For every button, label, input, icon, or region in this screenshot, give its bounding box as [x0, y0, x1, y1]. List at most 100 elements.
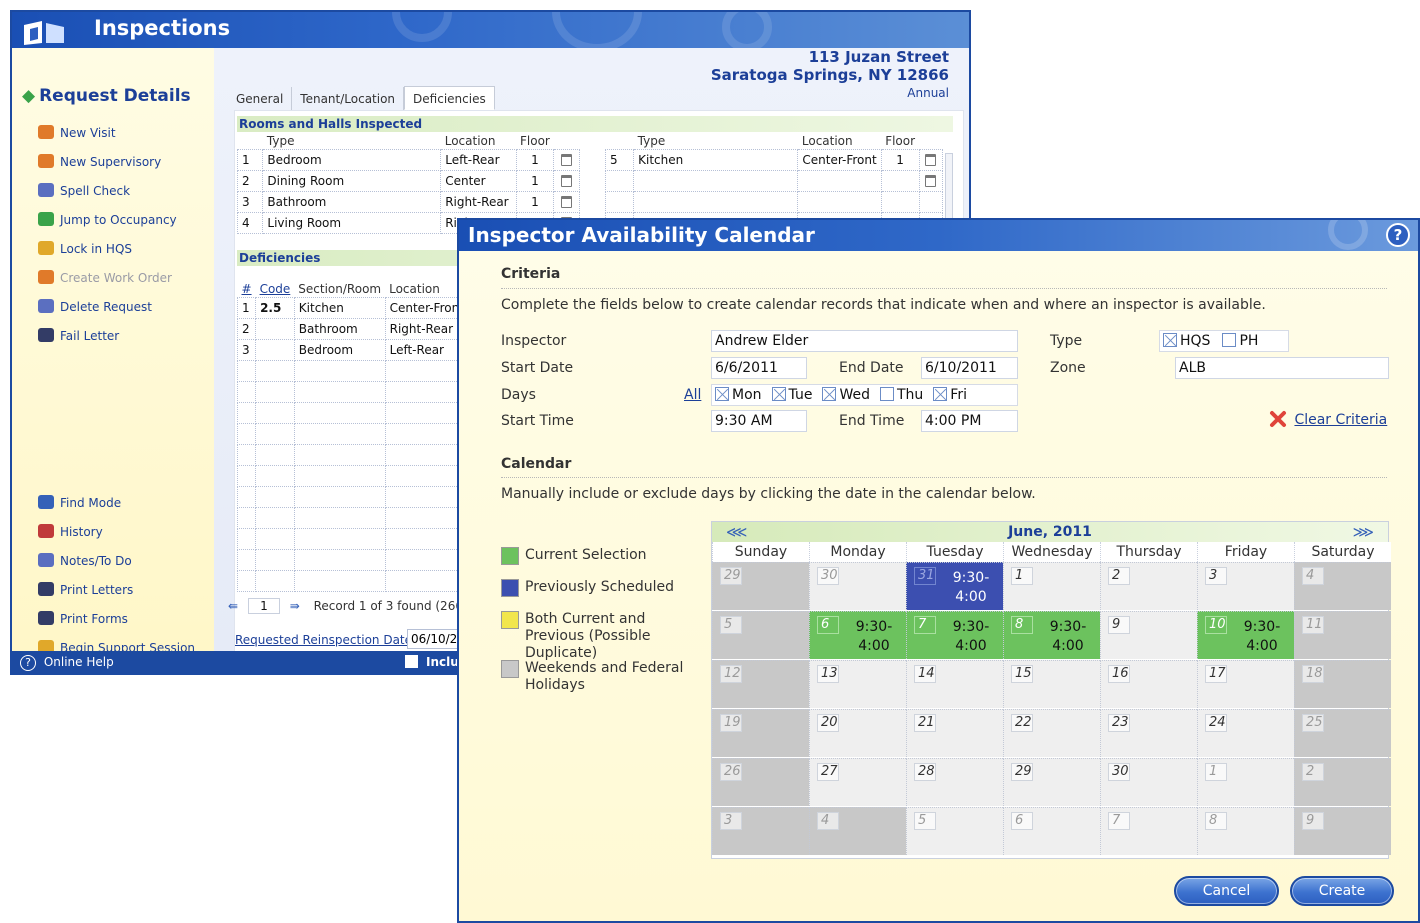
next-record-icon[interactable]: ⇛ [290, 599, 300, 613]
empty-cell[interactable] [384, 401, 469, 424]
empty-cell[interactable] [236, 548, 257, 571]
calendar-day-cell[interactable]: 24 [1197, 709, 1294, 757]
online-help-icon[interactable]: ? [20, 655, 36, 671]
col-code[interactable]: Code [256, 281, 295, 297]
deficiency-n-cell[interactable]: 1 [236, 296, 257, 319]
days-all-link[interactable]: All [684, 387, 701, 403]
day-number[interactable]: 15 [1011, 665, 1033, 683]
day-number[interactable]: 5 [914, 812, 936, 830]
sidebar-item-lock-in-hqs[interactable]: Lock in HQS [38, 240, 132, 258]
deficiency-room-cell[interactable]: Kitchen [293, 296, 386, 319]
deficiency-code-cell[interactable] [255, 317, 295, 340]
calendar-day-cell[interactable]: 7 [1100, 807, 1197, 855]
create-button[interactable]: Create [1290, 876, 1394, 906]
calendar-day-cell[interactable]: 1 [1197, 758, 1294, 806]
room-row[interactable]: 5 Kitchen Center-Front 1 [604, 148, 944, 171]
empty-cell[interactable] [255, 443, 295, 466]
calendar-day-cell[interactable]: 9 [1294, 807, 1391, 855]
sidebar-item-history[interactable]: History [38, 523, 103, 541]
day-number[interactable]: 23 [1108, 714, 1130, 732]
delete-room-cell[interactable] [553, 148, 580, 171]
deficiency-row-empty[interactable] [236, 548, 488, 571]
calendar-day-cell[interactable]: 6 9:30- 4:00 [809, 611, 906, 659]
start-date-field[interactable]: 6/6/2011 [711, 357, 807, 379]
tab-tenant-location[interactable]: Tenant/Location [292, 87, 405, 111]
empty-cell[interactable] [293, 422, 386, 445]
day-number[interactable]: 12 [720, 665, 742, 683]
day-mon-checkbox[interactable]: Mon [715, 387, 762, 403]
type-ph-checkbox[interactable]: PH [1222, 333, 1258, 349]
empty-cell[interactable] [293, 359, 386, 382]
room-row-empty[interactable] [604, 190, 944, 213]
calendar-day-cell[interactable]: 3 [712, 807, 809, 855]
calendar-day-cell[interactable]: 2 [1100, 562, 1197, 610]
calendar-day-cell[interactable]: 8 9:30- 4:00 [1003, 611, 1100, 659]
calendar-day-cell[interactable]: 1 [1003, 562, 1100, 610]
cancel-button[interactable]: Cancel [1174, 876, 1279, 906]
room-floor-cell[interactable]: 1 [515, 148, 555, 171]
room-type-cell[interactable]: Dining Room [262, 169, 442, 192]
day-number[interactable]: 2 [1108, 567, 1130, 585]
day-number[interactable]: 8 [1205, 812, 1227, 830]
sidebar-item-new-supervisory[interactable]: New Supervisory [38, 153, 161, 171]
checkbox-icon[interactable] [933, 387, 948, 401]
sidebar-item-fail-letter[interactable]: Fail Letter [38, 327, 119, 345]
sidebar-item-create-work-order[interactable]: Create Work Order [38, 269, 172, 287]
empty-cell[interactable] [236, 359, 257, 382]
room-loc-cell[interactable]: Left-Rear [440, 148, 517, 171]
deficiency-code-cell[interactable]: 2.5 [255, 296, 295, 319]
col-number[interactable]: # [238, 281, 256, 297]
calendar-day-cell[interactable]: 9 [1100, 611, 1197, 659]
calendar-day-cell[interactable]: 19 [712, 709, 809, 757]
day-number[interactable]: 7 [1108, 812, 1130, 830]
empty-cell[interactable] [293, 548, 386, 571]
calendar-day-cell[interactable]: 2 [1294, 758, 1391, 806]
deficiency-row[interactable]: 2 Bathroom Right-Rear [236, 317, 488, 340]
empty-cell[interactable] [880, 169, 920, 192]
include-checkbox[interactable] [405, 655, 418, 668]
empty-cell[interactable] [293, 527, 386, 550]
tab-general[interactable]: General [228, 87, 293, 111]
zone-field[interactable]: ALB [1175, 357, 1389, 379]
calendar-day-cell[interactable]: 26 [712, 758, 809, 806]
deficiency-row-empty[interactable] [236, 569, 488, 592]
deficiency-row-empty[interactable] [236, 527, 488, 550]
empty-cell[interactable] [236, 380, 257, 403]
deficiency-row[interactable]: 3 Bedroom Left-Rear [236, 338, 488, 361]
day-tue-checkbox[interactable]: Tue [771, 387, 812, 403]
calendar-day-cell[interactable]: 13 [809, 660, 906, 708]
checkbox-icon[interactable] [715, 387, 729, 401]
deficiency-row-empty[interactable] [236, 464, 488, 487]
day-number[interactable]: 1 [1011, 567, 1033, 585]
empty-cell[interactable] [293, 401, 386, 424]
room-row[interactable]: 2 Dining Room Center 1 [236, 169, 580, 192]
room-n-cell[interactable]: 4 [236, 211, 264, 234]
day-number[interactable]: 31 [914, 567, 936, 585]
calendar-day-cell[interactable]: 20 [809, 709, 906, 757]
empty-cell[interactable] [255, 548, 295, 571]
room-type-cell[interactable]: Kitchen [633, 148, 799, 171]
checkbox-icon[interactable] [879, 387, 894, 401]
empty-cell[interactable] [604, 169, 635, 192]
empty-cell[interactable] [293, 443, 386, 466]
deficiency-row-empty[interactable] [236, 506, 488, 529]
empty-cell[interactable] [384, 443, 469, 466]
day-number[interactable]: 24 [1205, 714, 1227, 732]
day-number[interactable]: 21 [914, 714, 936, 732]
day-number[interactable]: 6 [817, 616, 839, 634]
day-number[interactable]: 30 [817, 567, 839, 585]
deficiency-loc-cell[interactable]: Left-Rear [384, 338, 469, 361]
day-number[interactable]: 11 [1302, 616, 1324, 634]
calendar-day-cell[interactable]: 10 9:30- 4:00 [1197, 611, 1294, 659]
deficiency-row-empty[interactable] [236, 485, 488, 508]
delete-room-cell[interactable] [918, 148, 944, 171]
checkbox-icon[interactable] [1222, 333, 1237, 347]
day-number[interactable]: 29 [1011, 763, 1033, 781]
record-page-field[interactable]: 1 [247, 598, 280, 614]
day-number[interactable]: 4 [817, 812, 839, 830]
calendar-day-cell[interactable]: 21 [906, 709, 1003, 757]
day-number[interactable]: 9 [1108, 616, 1130, 634]
empty-cell[interactable] [293, 464, 386, 487]
empty-cell[interactable] [255, 359, 295, 382]
trash-icon[interactable] [925, 175, 937, 187]
